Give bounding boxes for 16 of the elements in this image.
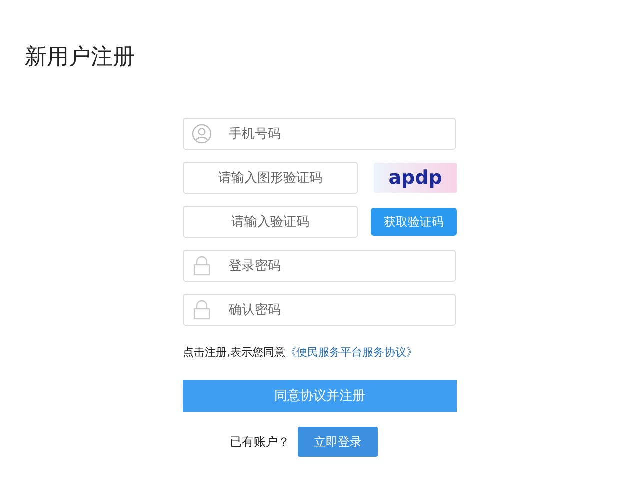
get-code-button[interactable]: 获取验证码 xyxy=(371,208,457,236)
confirm-password-field[interactable]: 确认密码 xyxy=(183,294,456,326)
agreement-link[interactable]: 《便民服务平台服务协议》 xyxy=(286,346,418,359)
password-field[interactable]: 登录密码 xyxy=(183,250,456,282)
sms-code-field[interactable]: 请输入验证码 xyxy=(183,206,358,238)
captcha-image[interactable]: apdp xyxy=(374,163,457,193)
agreement-text: 点击注册,表示您同意 xyxy=(183,346,286,359)
register-button[interactable]: 同意协议并注册 xyxy=(183,380,457,412)
login-prompt: 已有账户？ xyxy=(230,434,290,450)
user-icon xyxy=(192,124,212,144)
lock-icon xyxy=(192,300,212,320)
captcha-field[interactable]: 请输入图形验证码 xyxy=(183,162,358,194)
phone-field[interactable]: 手机号码 xyxy=(183,118,456,150)
login-button[interactable]: 立即登录 xyxy=(298,427,378,457)
page-title: 新用户注册 xyxy=(25,44,136,72)
lock-icon xyxy=(192,256,212,276)
